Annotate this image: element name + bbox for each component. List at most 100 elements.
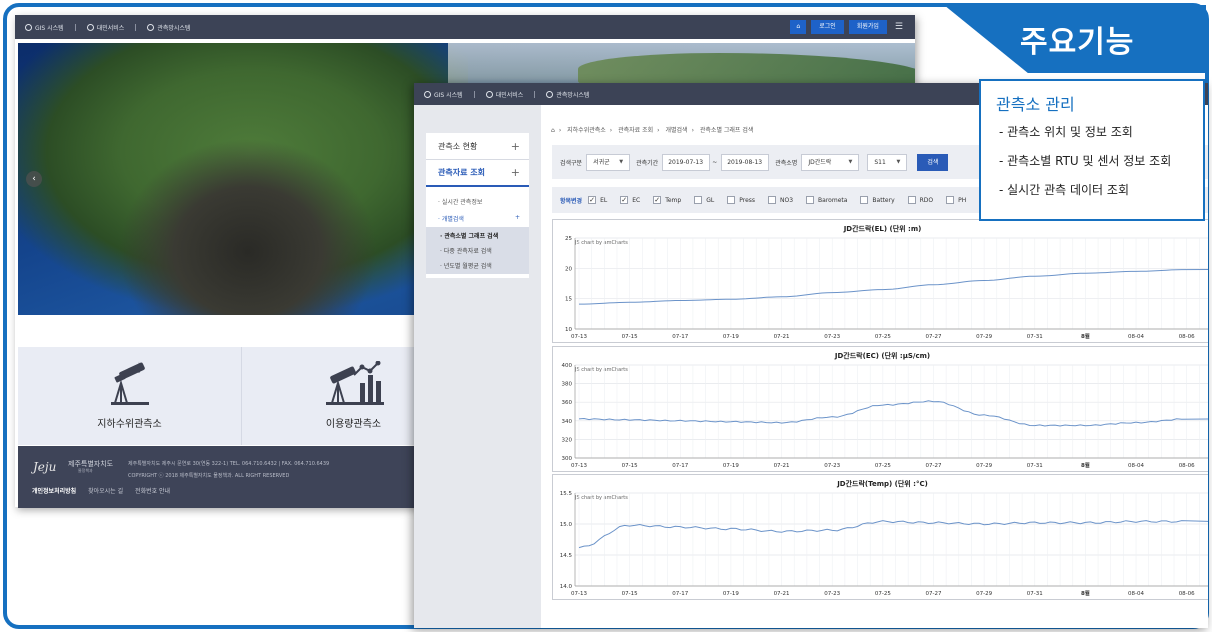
region-select[interactable]: 서귀군 ▼ <box>586 153 631 171</box>
jeju-logo: Jeju <box>33 460 57 474</box>
x-tick-label: 07-23 <box>824 591 840 597</box>
callout-item: - 관측소별 RTU 및 센서 정보 조회 <box>999 154 1172 168</box>
footer-link-phone[interactable]: 전화번호 안내 <box>135 488 170 495</box>
carousel-prev-icon[interactable]: ‹ <box>26 171 42 187</box>
sidebar-menu: 관측소 현황 + 관측자료 조회 + · 실시간 관측정보 · 개별검색 + · 관측… <box>426 133 529 278</box>
y-tick-label: 300 <box>562 456 573 462</box>
checkbox-item[interactable]: RDO <box>907 196 933 204</box>
x-tick-label: 07-29 <box>976 591 992 597</box>
breadcrumb-item[interactable]: 관측자료 조회 <box>618 127 653 134</box>
sidebar-subsub-multi[interactable]: · 다중 관측자료 검색 <box>426 243 529 258</box>
y-tick-label: 15 <box>565 297 572 303</box>
card-groundwater[interactable]: 지하수위관측소 <box>18 347 242 445</box>
sidebar-item-data[interactable]: 관측자료 조회 + <box>426 160 529 187</box>
x-tick-label: 07-15 <box>622 334 638 340</box>
checkbox-item[interactable]: ✓ EL <box>588 196 607 204</box>
x-tick-label: 8월 <box>1081 461 1090 469</box>
footer-link-directions[interactable]: 찾아오시는 길 <box>88 488 123 495</box>
sidebar-item-status-label: 관측소 현황 <box>438 141 478 151</box>
checked-icon: ✓ <box>653 196 662 204</box>
breadcrumb-item[interactable]: 지하수위관측소 <box>567 127 606 134</box>
checkbox-item[interactable]: Battery <box>860 196 895 204</box>
checkbox-label: GL <box>706 196 715 204</box>
checkbox-item[interactable]: GL <box>694 196 714 204</box>
sidebar-sub-realtime[interactable]: · 실시간 관측정보 <box>426 193 529 210</box>
checked-icon: ✓ <box>620 196 629 204</box>
date-to-input[interactable]: 2019-08-13 <box>721 153 770 171</box>
x-tick-label: 07-25 <box>875 591 891 597</box>
x-tick-label: 07-27 <box>925 334 941 340</box>
back-nav-public[interactable]: 대민서비스 <box>86 23 124 32</box>
x-tick-label: 07-17 <box>672 334 688 340</box>
checkbox-item[interactable]: NO3 <box>768 196 793 204</box>
checkbox-label: PH <box>958 196 967 204</box>
breadcrumb-item[interactable]: 개별검색 <box>665 127 687 134</box>
code-select[interactable]: S11 ▼ <box>867 153 908 171</box>
x-tick-label: 07-19 <box>723 334 739 340</box>
checkbox-item[interactable]: Press <box>727 196 755 204</box>
divider <box>473 90 475 98</box>
join-button[interactable]: 회원가입 <box>848 20 887 34</box>
search-button[interactable]: 검색 <box>917 153 949 171</box>
caret-down-icon: ▼ <box>619 158 624 165</box>
sidebar-item-status[interactable]: 관측소 현황 + <box>426 133 529 160</box>
checkbox-label: Temp <box>665 196 682 204</box>
x-tick-label: 07-19 <box>723 463 739 469</box>
back-nav-gis-label: GIS 시스템 <box>35 24 64 32</box>
y-tick-label: 320 <box>562 437 573 443</box>
home-icon[interactable]: ⌂ <box>551 127 555 134</box>
hamburger-menu-icon[interactable]: ☰ <box>895 22 903 32</box>
region-label: 검색구분 <box>560 159 583 167</box>
x-tick-label: 8월 <box>1081 332 1090 340</box>
home-button[interactable]: ⌂ <box>790 20 807 34</box>
x-tick-label: 07-13 <box>571 591 587 597</box>
back-top-nav: GIS 시스템 대민서비스 관측망시스템 ⌂ 로그인 회원가입 ☰ <box>15 15 915 39</box>
home-icon: ⌂ <box>796 23 801 30</box>
breadcrumb-item[interactable]: 관측소별 그래프 검색 <box>700 127 754 134</box>
chevron-right-icon: › <box>691 127 694 134</box>
chart-ec: JD간드락(EC) (단위 :µS/cm) JS chart by amChart… <box>552 346 1208 472</box>
checkbox-label: NO3 <box>780 196 794 204</box>
sidebar-sub-individual[interactable]: · 개별검색 + <box>426 210 529 227</box>
y-tick-label: 340 <box>562 419 573 425</box>
chevron-right-icon: › <box>657 127 660 134</box>
footer-link-privacy[interactable]: 개인정보처리방침 <box>32 488 76 495</box>
x-tick-label: 07-15 <box>622 463 638 469</box>
checkbox-item[interactable]: Barometa <box>806 196 847 204</box>
chart-temp: JD간드락(Temp) (단위 :°C) JS chart by amCharts… <box>552 474 1208 600</box>
callout-title: 주요기능 <box>1020 25 1135 60</box>
x-tick-label: 07-17 <box>672 463 688 469</box>
front-nav-public[interactable]: 대민서비스 <box>485 90 524 99</box>
front-nav-public-label: 대민서비스 <box>495 91 524 99</box>
x-tick-label: 08-06 <box>1179 334 1195 340</box>
checkbox-icon <box>907 196 916 204</box>
sidebar-subsub-monthly[interactable]: · 년도별 월평균 검색 <box>426 258 529 273</box>
y-tick-label: 14.5 <box>560 553 573 559</box>
divider <box>534 90 536 98</box>
x-tick-label: 07-29 <box>976 463 992 469</box>
divider <box>74 23 76 31</box>
sidebar-subsub-graph[interactable]: · 관측소별 그래프 검색 <box>426 228 529 243</box>
chart-plot: 400 380 360 340 320 30007-13 07-15 07-17 07-19 07… <box>562 363 1208 469</box>
x-tick-label: 07-19 <box>723 591 739 597</box>
y-tick-label: 20 <box>565 266 572 272</box>
y-tick-label: 10 <box>565 327 572 333</box>
x-tick-label: 07-21 <box>774 334 790 340</box>
front-nav-gis[interactable]: GIS 시스템 <box>424 90 463 99</box>
item-selector-title: 항목변경 <box>560 197 583 205</box>
station-select[interactable]: JD간드락 ▼ <box>801 153 860 171</box>
checkbox-icon <box>768 196 777 204</box>
series-line <box>578 400 1208 427</box>
network-icon <box>546 90 554 98</box>
divider <box>135 23 137 31</box>
checkbox-item[interactable]: PH <box>946 196 966 204</box>
back-nav-gis[interactable]: GIS 시스템 <box>25 23 64 32</box>
checkbox-item[interactable]: ✓ Temp <box>653 196 681 204</box>
front-nav-network[interactable]: 관측망시스템 <box>546 90 589 99</box>
date-from-input[interactable]: 2019-07-13 <box>662 153 711 171</box>
login-button[interactable]: 로그인 <box>811 20 844 34</box>
back-nav-network[interactable]: 관측망시스템 <box>147 23 190 32</box>
front-nav-gis-label: GIS 시스템 <box>434 91 463 99</box>
checkbox-item[interactable]: ✓ EC <box>620 196 640 204</box>
x-tick-label: 08-04 <box>1128 591 1144 597</box>
